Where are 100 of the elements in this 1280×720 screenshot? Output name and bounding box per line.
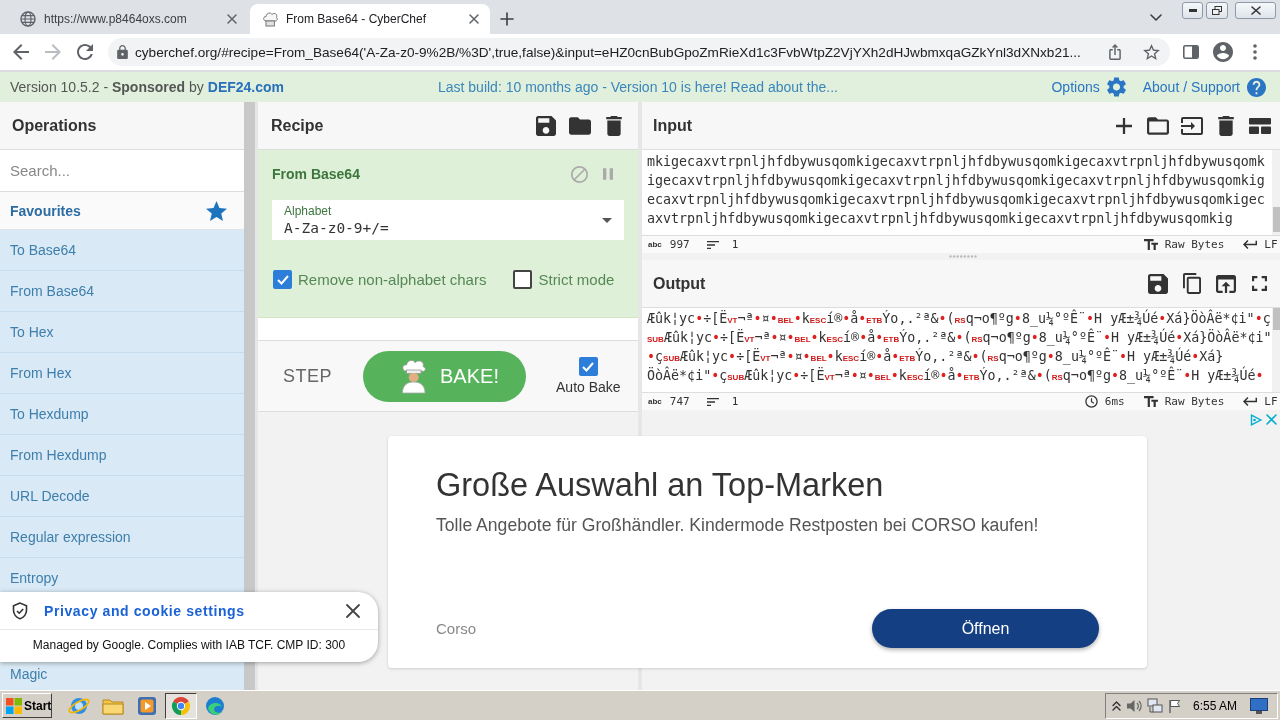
return-arrow-icon [1243,397,1258,406]
address-bar[interactable]: cyberchef.org/#recipe=From_Base64('A-Za-z0-9%2B/%3D',true,false)&input=eHZ0cnBubGpoZmRieXd1c3FvbWtpZ2VjYXh2dHJwbmxqaGZkYnl3dXNxb21... [108,38,1170,66]
close-icon[interactable] [346,603,360,618]
minimize-icon[interactable] [1188,9,1197,12]
input-title: Input [653,116,693,135]
plus-icon[interactable] [501,13,513,25]
sponsor-link[interactable]: DEF24.com [207,79,284,95]
operation-item[interactable]: From Base64 [0,271,244,312]
options-link[interactable]: Options [1051,79,1100,95]
flag-icon[interactable] [1168,698,1182,713]
plus-icon[interactable] [1115,117,1132,134]
box-arrow-up-icon[interactable] [1215,274,1236,293]
settings-icon[interactable] [1106,77,1126,97]
reload-icon[interactable] [77,44,93,60]
favourites-category[interactable]: Favourites [10,202,81,219]
chef-icon[interactable] [400,359,427,393]
sidebar-icon[interactable] [1183,45,1199,59]
return-arrow-icon [1243,240,1258,249]
build-notice[interactable]: Last build: 10 months ago - Version 10 is here! Read about the... [437,79,838,95]
auto-bake-label: Auto Bake [556,379,621,395]
star-icon[interactable] [206,200,227,221]
swirl-icon[interactable] [204,694,226,717]
close-icon[interactable] [1250,6,1261,15]
operations-title: Operations [0,102,244,150]
clock-time[interactable]: 6:55 AM [1193,698,1238,713]
save-icon[interactable] [536,115,556,136]
copy-icon[interactable] [1182,273,1201,294]
folder-icon[interactable] [1146,116,1169,135]
checkbox[interactable] [513,270,533,289]
desktop-icon[interactable] [1250,697,1269,714]
back-icon[interactable] [13,44,29,60]
chevron-up-icon[interactable] [1112,700,1121,711]
checkbox-label: Strict mode [538,271,615,288]
operation-item[interactable]: To Hex [0,312,244,353]
taskbar-app[interactable] [165,692,197,719]
text-size-icon [1143,239,1158,250]
operation-item[interactable]: URL Decode [0,476,244,517]
browser-tab[interactable]: https://www.p8464oxs.com [8,4,248,34]
folder-icon[interactable] [569,116,591,135]
format-label[interactable]: Raw Bytes [1164,395,1225,408]
operation-title: From Base64 [272,166,361,182]
circle-logo-icon[interactable] [170,694,192,717]
abc-label: abc [648,240,662,249]
fullscreen-icon[interactable] [1252,276,1267,291]
about-link[interactable]: About / Support [1142,79,1240,95]
checkbox[interactable] [273,270,292,289]
checkmark-icon [276,274,289,285]
operation-item[interactable]: From Hex [0,353,244,394]
bake-time: 6ms [1104,395,1125,408]
privacy-title[interactable]: Privacy and cookie settings [44,602,245,619]
char-count: 997 [669,238,690,251]
restore-button[interactable] [1206,2,1228,19]
output-text: Æûk¦yc•÷[ËVT¬ª•¤•BEL•kESCí®•å•ETBÝo,.²ª&•(RSq¬o¶ºg•8_u¼°ºÊ¨•H yÆ±¾Úé•Xá}ÖòÂë*¢i"•ç SUBÆûk¦yc•÷[ËVT¬ª•¤•BEL•kESCí®•å•ETBÝo,.²ª&•(RSq¬o¶ºg•8_u¼°ºÊ¨•H yÆ±¾Úé•Xá}ÖòÂë*¢i" •çSUBÆûk¦yc•÷[ËVT¬ª•¤•BEL•kESCí®•å•ETBÝo,.²ª&•(RSq¬o¶ºg•8_u¼°ºÊ¨•H yÆ±¾Úé•Xá} ÖòÂë*¢i"•çSUBÆûk¦yc•÷[ËVT¬ª•¤•BEL•kESCí®•å•ETBÝo,.²ª&•(RSq¬o¶ºg•8_u¼°ºÊ¨•H yÆ±¾Úé• [646,308,1272,386]
help-icon[interactable] [1247,77,1266,97]
operation-item[interactable]: To Hexdump [0,394,244,435]
eol-label[interactable]: LF [1264,238,1278,251]
version-text: Version 10.5.2 - Sponsored by [10,79,204,95]
auto-bake-checkbox[interactable] [578,357,598,376]
format-label[interactable]: Raw Bytes [1164,238,1225,251]
play-icon[interactable] [137,695,157,716]
operation-item[interactable]: From Hexdump [0,435,244,476]
lines-icon [706,240,719,249]
trash-icon[interactable] [1217,115,1234,136]
field-label: Alphabet [284,203,332,218]
lines-icon [706,397,719,406]
chef-hat-icon [262,11,278,27]
layout-icon[interactable] [1248,117,1271,134]
caret-down-icon[interactable] [602,217,612,223]
trash-icon[interactable] [606,115,622,136]
output-title: Output [653,274,706,293]
globe-icon [20,11,36,27]
char-count: 747 [669,395,690,408]
window-close-button[interactable] [1235,2,1276,19]
save-icon[interactable] [1147,273,1168,294]
scrollbar[interactable] [1272,207,1280,232]
ad-text: Tolle Angebote für Großhändler. Kindermode Restposten bei CORSO kaufen! [436,515,1039,536]
ad-open-button[interactable]: Öffnen [872,609,1099,648]
start-button[interactable]: Start [2,693,52,718]
close-icon[interactable] [469,14,479,24]
speaker-icon[interactable] [1126,698,1142,713]
profile-icon[interactable] [1213,42,1233,62]
menu-icon[interactable] [1253,44,1257,60]
clock-icon [1084,395,1098,408]
alphabet-dropdown[interactable]: Alphabet A-Za-z0-9+/= [272,200,624,240]
scrollbar[interactable] [1272,308,1280,330]
browser-tab[interactable]: From Base64 - CyberChef [250,4,490,34]
operation-item[interactable]: To Base64 [0,230,244,271]
checkmark-icon [582,361,595,372]
chevron-down-icon[interactable] [1150,13,1162,21]
box-arrow-icon[interactable] [1180,116,1203,135]
star-icon[interactable] [1143,44,1160,60]
restore-icon[interactable] [1212,6,1222,15]
minimize-button[interactable] [1182,2,1203,19]
step-button[interactable]: STEP [283,365,332,387]
eol-label[interactable]: LF [1264,395,1278,408]
operation-item[interactable]: Regular expression [0,517,244,558]
line-count: 1 [731,395,739,408]
network-icon[interactable] [1147,697,1163,714]
share-icon[interactable] [1109,44,1121,60]
abc-label: abc [648,397,662,406]
